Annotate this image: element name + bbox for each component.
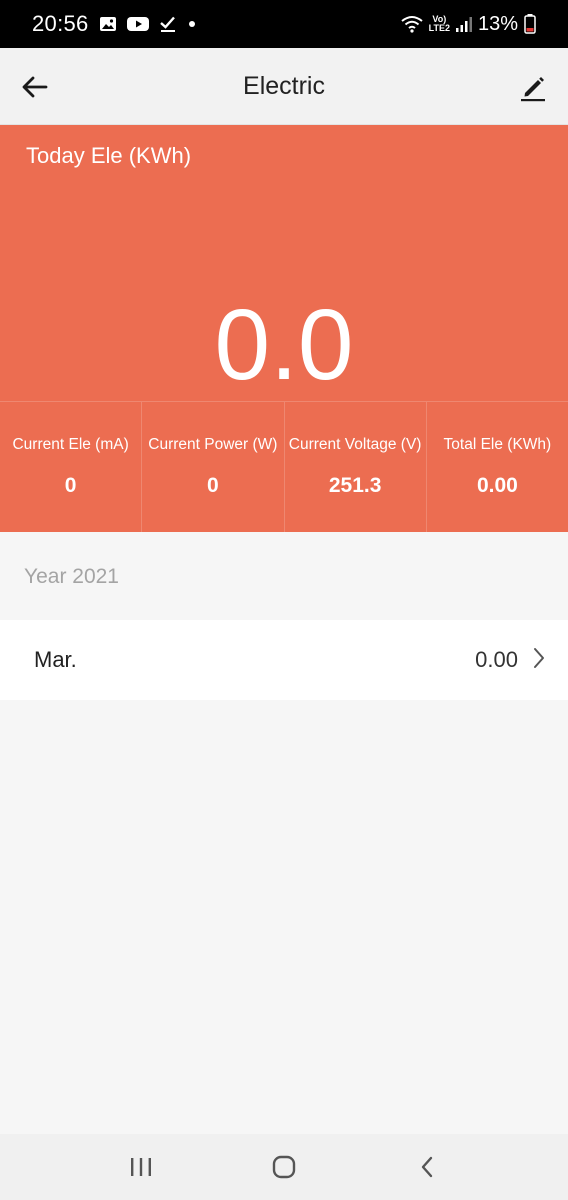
stat-total-ele: Total Ele (KWh) 0.00 — [427, 402, 568, 532]
stats-row: Current Ele (mA) 0 Current Power (W) 0 C… — [0, 401, 568, 532]
battery-percent: 13% — [477, 12, 518, 35]
year-label: Year 2021 — [24, 565, 119, 588]
page-title: Electric — [243, 71, 325, 100]
check-icon — [159, 15, 177, 33]
youtube-icon — [126, 16, 149, 32]
stat-current-power: Current Power (W) 0 — [142, 402, 285, 532]
status-bar-left: 20:56 — [32, 11, 197, 37]
status-bar-right: Vo) LTE2 13% — [401, 13, 536, 36]
system-nav-bar — [0, 1134, 568, 1200]
gallery-icon — [99, 15, 117, 33]
stat-value: 0.00 — [476, 474, 518, 497]
recents-icon[interactable] — [111, 1142, 171, 1192]
status-bar: 20:56 Vo) LTE2 13% — [0, 0, 568, 48]
arrow-left-icon[interactable] — [18, 70, 52, 104]
stat-label: Current Voltage (V) — [288, 436, 422, 453]
month-value: 0.00 — [475, 647, 518, 672]
home-icon[interactable] — [254, 1142, 314, 1192]
month-label: Mar. — [34, 647, 77, 672]
chevron-right-icon — [532, 647, 546, 674]
stat-label: Total Ele (KWh) — [443, 436, 552, 453]
pencil-icon[interactable] — [516, 70, 550, 104]
stat-current-ele: Current Ele (mA) 0 — [0, 402, 143, 532]
electric-summary-panel: Today Ele (KWh) 0.0 Current Ele (mA) 0 C… — [0, 125, 568, 532]
dot-icon — [187, 19, 197, 29]
network-type: Vo) LTE2 — [428, 14, 450, 33]
back-icon[interactable] — [397, 1142, 457, 1192]
today-ele-value: 0.0 — [214, 289, 354, 401]
wifi-icon — [401, 15, 423, 33]
app-bar: Electric — [0, 48, 568, 125]
stat-value: 0 — [207, 474, 219, 497]
stat-label: Current Power (W) — [148, 436, 278, 453]
signal-icon — [455, 15, 472, 33]
stat-value: 0 — [64, 474, 77, 497]
list-item-month[interactable]: Mar. 0.00 — [0, 620, 568, 700]
today-ele-label: Today Ele (KWh) — [26, 143, 192, 168]
status-time: 20:56 — [32, 11, 89, 36]
stat-value: 251.3 — [328, 474, 382, 497]
stat-label: Current Ele (mA) — [12, 436, 129, 453]
battery-icon — [524, 14, 536, 34]
stat-current-voltage: Current Voltage (V) 251.3 — [285, 402, 427, 532]
